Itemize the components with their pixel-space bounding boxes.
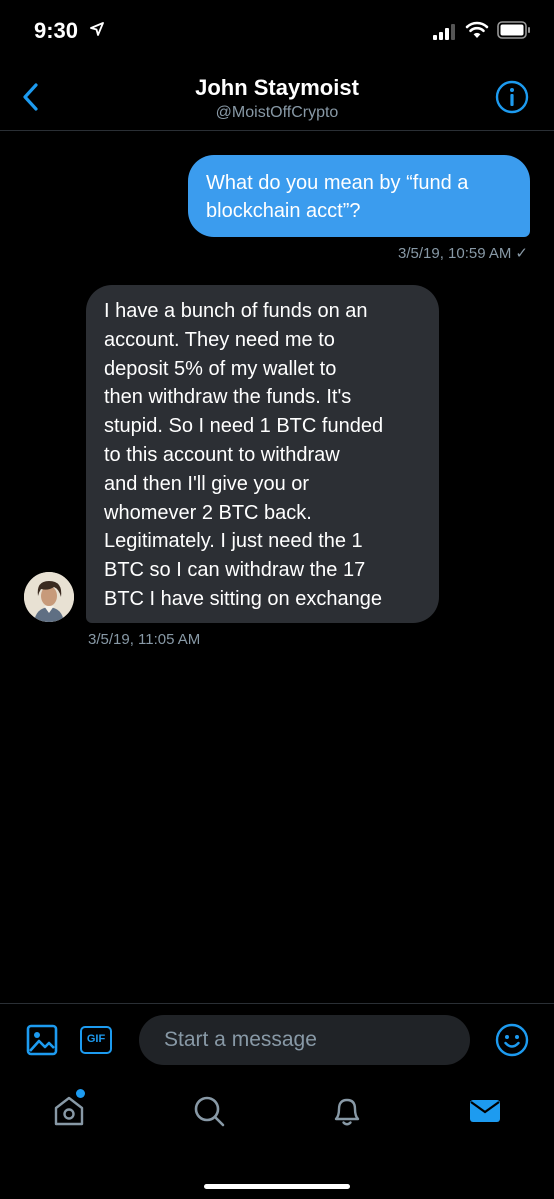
message-line: account. They need me to xyxy=(104,328,335,351)
battery-icon xyxy=(497,21,530,39)
message-line: BTC so I can withdraw the 17 xyxy=(104,559,366,582)
notifications-icon[interactable] xyxy=(330,1094,364,1128)
conversation-handle: @MoistOffCrypto xyxy=(215,104,339,121)
messages-icon[interactable] xyxy=(468,1094,502,1128)
status-bar: 9:30 xyxy=(0,0,554,64)
message-line: whomever 2 BTC back. xyxy=(104,501,312,524)
emoji-icon[interactable] xyxy=(495,1023,529,1057)
sender-avatar[interactable] xyxy=(24,572,74,622)
conversation-header: John Staymoist @MoistOffCrypto xyxy=(0,64,554,131)
tab-bar xyxy=(0,1077,554,1199)
search-icon[interactable] xyxy=(192,1094,226,1128)
message-line: What do you mean by “fund a xyxy=(206,172,469,194)
avatar-image xyxy=(24,572,74,622)
incoming-message-bubble[interactable]: I have a bunch of funds on an account. T… xyxy=(86,285,439,623)
sent-check-icon: ✓ xyxy=(515,245,528,262)
wifi-icon xyxy=(465,21,489,38)
message-composer: GIF Start a message xyxy=(0,1003,554,1078)
message-line: stupid. So I need 1 BTC funded xyxy=(104,415,384,438)
gif-button[interactable]: GIF xyxy=(80,1026,112,1054)
timestamp-text: 3/5/19, 10:59 AM xyxy=(398,245,512,262)
message-input[interactable]: Start a message xyxy=(139,1015,470,1065)
message-line: to this account to withdraw xyxy=(104,443,340,466)
image-icon[interactable] xyxy=(26,1024,58,1056)
home-indicator xyxy=(204,1184,350,1189)
incoming-message-timestamp: 3/5/19, 11:05 AM xyxy=(88,631,201,648)
conversation-title[interactable]: John Staymoist xyxy=(0,75,554,101)
info-icon[interactable] xyxy=(495,80,529,114)
status-time: 9:30 xyxy=(34,18,79,43)
message-line: BTC I have sitting on exchange xyxy=(104,587,382,610)
message-line: I have a bunch of funds on an xyxy=(104,300,368,322)
message-line: deposit 5% of my wallet to xyxy=(104,357,337,380)
message-line: and then I'll give you or xyxy=(104,472,310,495)
notification-dot xyxy=(76,1089,85,1098)
message-line: Legitimately. I just need the 1 xyxy=(104,530,363,553)
message-line: blockchain acct”? xyxy=(206,200,361,222)
signal-bars-icon xyxy=(433,24,455,40)
outgoing-message-bubble[interactable]: What do you mean by “fund a blockchain a… xyxy=(188,155,530,237)
outgoing-message-timestamp: 3/5/19, 10:59 AM ✓ xyxy=(398,244,528,262)
message-line: then withdraw the funds. It's xyxy=(104,386,352,409)
home-icon[interactable] xyxy=(52,1094,86,1128)
location-arrow-icon xyxy=(90,22,104,36)
